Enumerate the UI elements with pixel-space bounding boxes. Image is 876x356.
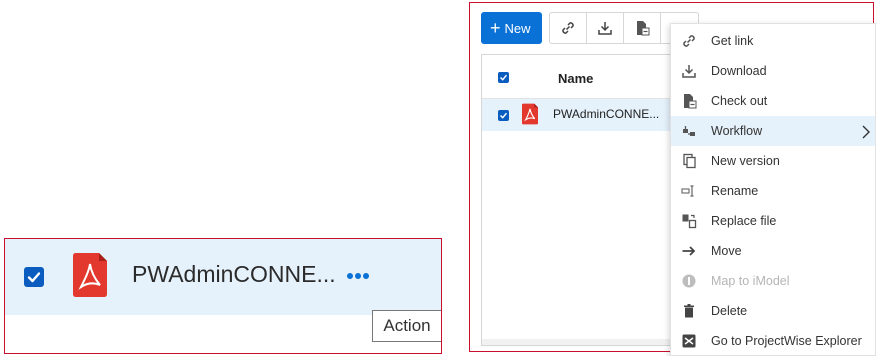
download-button[interactable] (587, 13, 624, 43)
menu-item-label: Delete (711, 304, 748, 318)
check-out-icon (681, 93, 697, 109)
checkmark-icon (27, 272, 41, 283)
row-checkbox[interactable] (498, 110, 509, 121)
check-out-icon (637, 21, 650, 36)
check-out-button[interactable] (624, 13, 661, 43)
arrow-right-icon (681, 243, 697, 259)
menu-item-move[interactable]: Move (671, 236, 875, 266)
menu-item-map-to-imodel: Map to iModel (671, 266, 875, 296)
select-all-checkbox[interactable] (498, 72, 509, 83)
pdf-file-icon (522, 103, 538, 125)
menu-item-label: Get link (711, 34, 754, 48)
zoomed-file-row[interactable]: PWAdminCONNE... (5, 239, 441, 315)
menu-item-rename[interactable]: Rename (671, 176, 875, 206)
menu-item-label: Download (711, 64, 767, 78)
workflow-icon (681, 123, 697, 139)
context-menu: Get link Download Check out Workflow New… (670, 23, 876, 356)
chevron-right-icon (862, 125, 870, 139)
menu-item-label: Map to iModel (711, 274, 790, 288)
link-icon (562, 22, 574, 34)
rename-icon (681, 183, 697, 199)
new-button[interactable]: + New (481, 12, 542, 44)
menu-item-workflow[interactable]: Workflow (671, 116, 875, 146)
menu-item-new-version[interactable]: New version (671, 146, 875, 176)
menu-item-label: Move (711, 244, 742, 258)
file-name[interactable]: PWAdminCONNE... (553, 107, 659, 121)
replace-file-icon (681, 213, 697, 229)
menu-item-download[interactable]: Download (671, 56, 875, 86)
more-actions-icon[interactable] (342, 266, 372, 286)
get-link-button[interactable] (550, 13, 587, 43)
menu-item-label: Check out (711, 94, 768, 108)
file-name: PWAdminCONNE... (132, 261, 336, 287)
explorer-icon (681, 333, 697, 349)
imodel-icon (681, 273, 697, 289)
checkmark-icon (499, 112, 508, 119)
new-version-icon (681, 153, 697, 169)
download-icon (598, 22, 612, 35)
plus-icon: + (490, 18, 501, 38)
menu-item-delete[interactable]: Delete (671, 296, 875, 326)
pdf-file-icon (73, 253, 107, 297)
menu-item-replace-file[interactable]: Replace file (671, 206, 875, 236)
link-icon (681, 33, 697, 49)
name-column-header[interactable]: Name (558, 71, 593, 86)
menu-item-label: New version (711, 154, 780, 168)
checkmark-icon (499, 74, 508, 81)
download-icon (681, 63, 697, 79)
menu-item-go-to-projectwise-explorer[interactable]: Go to ProjectWise Explorer (671, 326, 875, 356)
new-button-label: New (504, 20, 531, 36)
menu-item-label: Workflow (711, 124, 763, 138)
menu-item-label: Replace file (711, 214, 777, 228)
menu-item-label: Rename (711, 184, 759, 198)
action-tooltip: Action (372, 310, 441, 342)
trash-icon (681, 303, 697, 319)
menu-item-check-out[interactable]: Check out (671, 86, 875, 116)
menu-item-get-link[interactable]: Get link (671, 26, 875, 56)
menu-item-label: Go to ProjectWise Explorer (711, 334, 862, 348)
zoomed-row-callout: PWAdminCONNE... Action (4, 238, 442, 354)
row-checkbox[interactable] (24, 267, 44, 287)
